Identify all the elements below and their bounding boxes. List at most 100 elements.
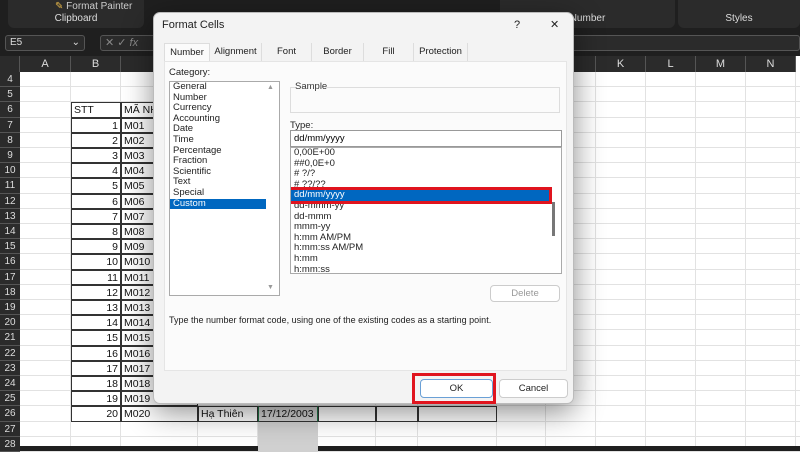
table-cell[interactable] (418, 406, 497, 422)
row-header-17[interactable]: 17 (0, 269, 20, 285)
stt-cell[interactable]: 4 (71, 163, 121, 179)
row-header-9[interactable]: 9 (0, 148, 20, 164)
row-header-16[interactable]: 16 (0, 254, 20, 270)
stt-cell[interactable]: 12 (71, 284, 121, 300)
stt-cell[interactable]: 18 (71, 376, 121, 392)
row-header-4[interactable]: 4 (0, 72, 20, 88)
cancel-button[interactable]: Cancel (499, 379, 568, 398)
stt-cell[interactable]: 19 (71, 391, 121, 407)
row-header-10[interactable]: 10 (0, 163, 20, 179)
stt-cell[interactable]: 20 (71, 406, 121, 422)
styles-label: Styles (725, 13, 753, 24)
format-item[interactable]: dd/mm/yyyy (291, 187, 552, 204)
column-header-M[interactable]: M (696, 56, 746, 72)
row-header-19[interactable]: 19 (0, 300, 20, 316)
row-header-23[interactable]: 23 (0, 360, 20, 376)
row-header-27[interactable]: 27 (0, 421, 20, 437)
table-cell[interactable] (318, 406, 376, 422)
format-item[interactable]: dd-mmm-yy (291, 200, 549, 212)
row-header-18[interactable]: 18 (0, 284, 20, 300)
type-input[interactable]: dd/mm/yyyy (290, 130, 562, 147)
stt-cell[interactable]: 6 (71, 193, 121, 209)
clipboard-label: Clipboard (54, 13, 98, 24)
sample-box (290, 87, 560, 113)
row-header-25[interactable]: 25 (0, 391, 20, 407)
tab-font[interactable]: Font (262, 43, 312, 61)
row-header-5[interactable]: 5 (0, 87, 20, 103)
column-header-N[interactable]: N (746, 56, 796, 72)
column-header-A[interactable]: A (20, 56, 71, 72)
format-list[interactable]: 0,00E+00 ##0,0E+0 # ?/? # ??/?? dd/mm/yyyy dd… (290, 147, 562, 274)
stt-cell[interactable]: 17 (71, 360, 121, 376)
tab-fill[interactable]: Fill (364, 43, 414, 61)
fx-icon: fx (129, 37, 139, 49)
category-item-special[interactable]: Special (170, 187, 266, 199)
row-header-22[interactable]: 22 (0, 345, 20, 361)
sample-label: Sample (295, 81, 328, 92)
table-cell[interactable] (376, 406, 418, 422)
tab-number[interactable]: Number (164, 43, 210, 61)
category-item-general[interactable]: General (170, 81, 266, 93)
stt-cell[interactable]: 7 (71, 208, 121, 224)
scroll-up-icon[interactable]: ▲ (267, 84, 274, 91)
row-header-15[interactable]: 15 (0, 239, 20, 255)
column-header-B[interactable]: B (71, 56, 121, 72)
ok-highlight-box (412, 373, 496, 404)
code-cell[interactable]: M020 (121, 406, 198, 422)
scroll-down-icon[interactable]: ▼ (267, 284, 274, 291)
row-header-21[interactable]: 21 (0, 330, 20, 346)
format-item[interactable]: ##0,0E+0 (291, 158, 549, 170)
row-header-12[interactable]: 12 (0, 193, 20, 209)
tab-protection[interactable]: Protection (414, 43, 468, 61)
select-all-corner[interactable] (0, 56, 20, 72)
format-painter-label: Format Painter (66, 1, 133, 12)
stt-cell[interactable]: 14 (71, 315, 121, 331)
hint-text: Type the number format code, using one o… (169, 315, 492, 325)
format-item[interactable]: h:mm (291, 253, 549, 265)
stt-cell[interactable]: 8 (71, 224, 121, 240)
stt-cell[interactable]: 5 (71, 178, 121, 194)
row-header-24[interactable]: 24 (0, 376, 20, 392)
name-cell[interactable]: Hạ Thiên (198, 406, 258, 422)
stt-cell[interactable]: 16 (71, 345, 121, 361)
category-list[interactable]: General Number Currency Accounting Date Time P… (169, 81, 280, 296)
row-header-14[interactable]: 14 (0, 224, 20, 240)
row-header-13[interactable]: 13 (0, 208, 20, 224)
tab-alignment[interactable]: Alignment (210, 43, 262, 61)
date-cell[interactable]: 17/12/2003 (258, 406, 318, 422)
header-stt[interactable]: STT (71, 102, 121, 118)
help-button[interactable]: ? (514, 19, 520, 31)
row-header-20[interactable]: 20 (0, 315, 20, 331)
row-header-26[interactable]: 26 (0, 406, 20, 422)
stt-cell[interactable]: 11 (71, 269, 121, 285)
stt-cell[interactable]: 13 (71, 300, 121, 316)
stt-cell[interactable]: 1 (71, 117, 121, 133)
delete-button[interactable]: Delete (490, 285, 560, 302)
name-box[interactable]: E5 ⌄ (5, 35, 85, 51)
format-painter-button[interactable]: ✎ Format Painter (55, 1, 132, 12)
row-header-11[interactable]: 11 (0, 178, 20, 194)
column-header-L[interactable]: L (646, 56, 696, 72)
format-item[interactable]: h:mm:ss (291, 264, 549, 273)
category-item-time[interactable]: Time (170, 134, 266, 146)
category-label: Category: (169, 67, 211, 78)
tab-border[interactable]: Border (312, 43, 364, 61)
format-cells-dialog: Format Cells ? ✕ Number Alignment Font B… (153, 12, 574, 404)
stt-cell[interactable]: 9 (71, 239, 121, 255)
format-list-scrollbar[interactable] (552, 202, 555, 236)
selected-column-cells (258, 421, 318, 452)
stt-cell[interactable]: 2 (71, 132, 121, 148)
format-item[interactable]: h:mm:ss AM/PM (291, 243, 549, 254)
stt-cell[interactable]: 3 (71, 148, 121, 164)
stt-cell[interactable]: 10 (71, 254, 121, 270)
format-item[interactable]: 0,00E+00 (291, 148, 549, 159)
row-header-6[interactable]: 6 (0, 102, 20, 118)
close-icon[interactable]: ✕ (550, 18, 559, 31)
category-item-custom[interactable]: Custom (170, 198, 266, 210)
number-tab-panel: Category: General Number Currency Accountin… (164, 61, 567, 371)
column-header-K[interactable]: K (596, 56, 646, 72)
stt-cell[interactable]: 15 (71, 330, 121, 346)
row-header-8[interactable]: 8 (0, 132, 20, 148)
row-header-7[interactable]: 7 (0, 117, 20, 133)
format-item[interactable]: # ?/? (291, 169, 549, 180)
